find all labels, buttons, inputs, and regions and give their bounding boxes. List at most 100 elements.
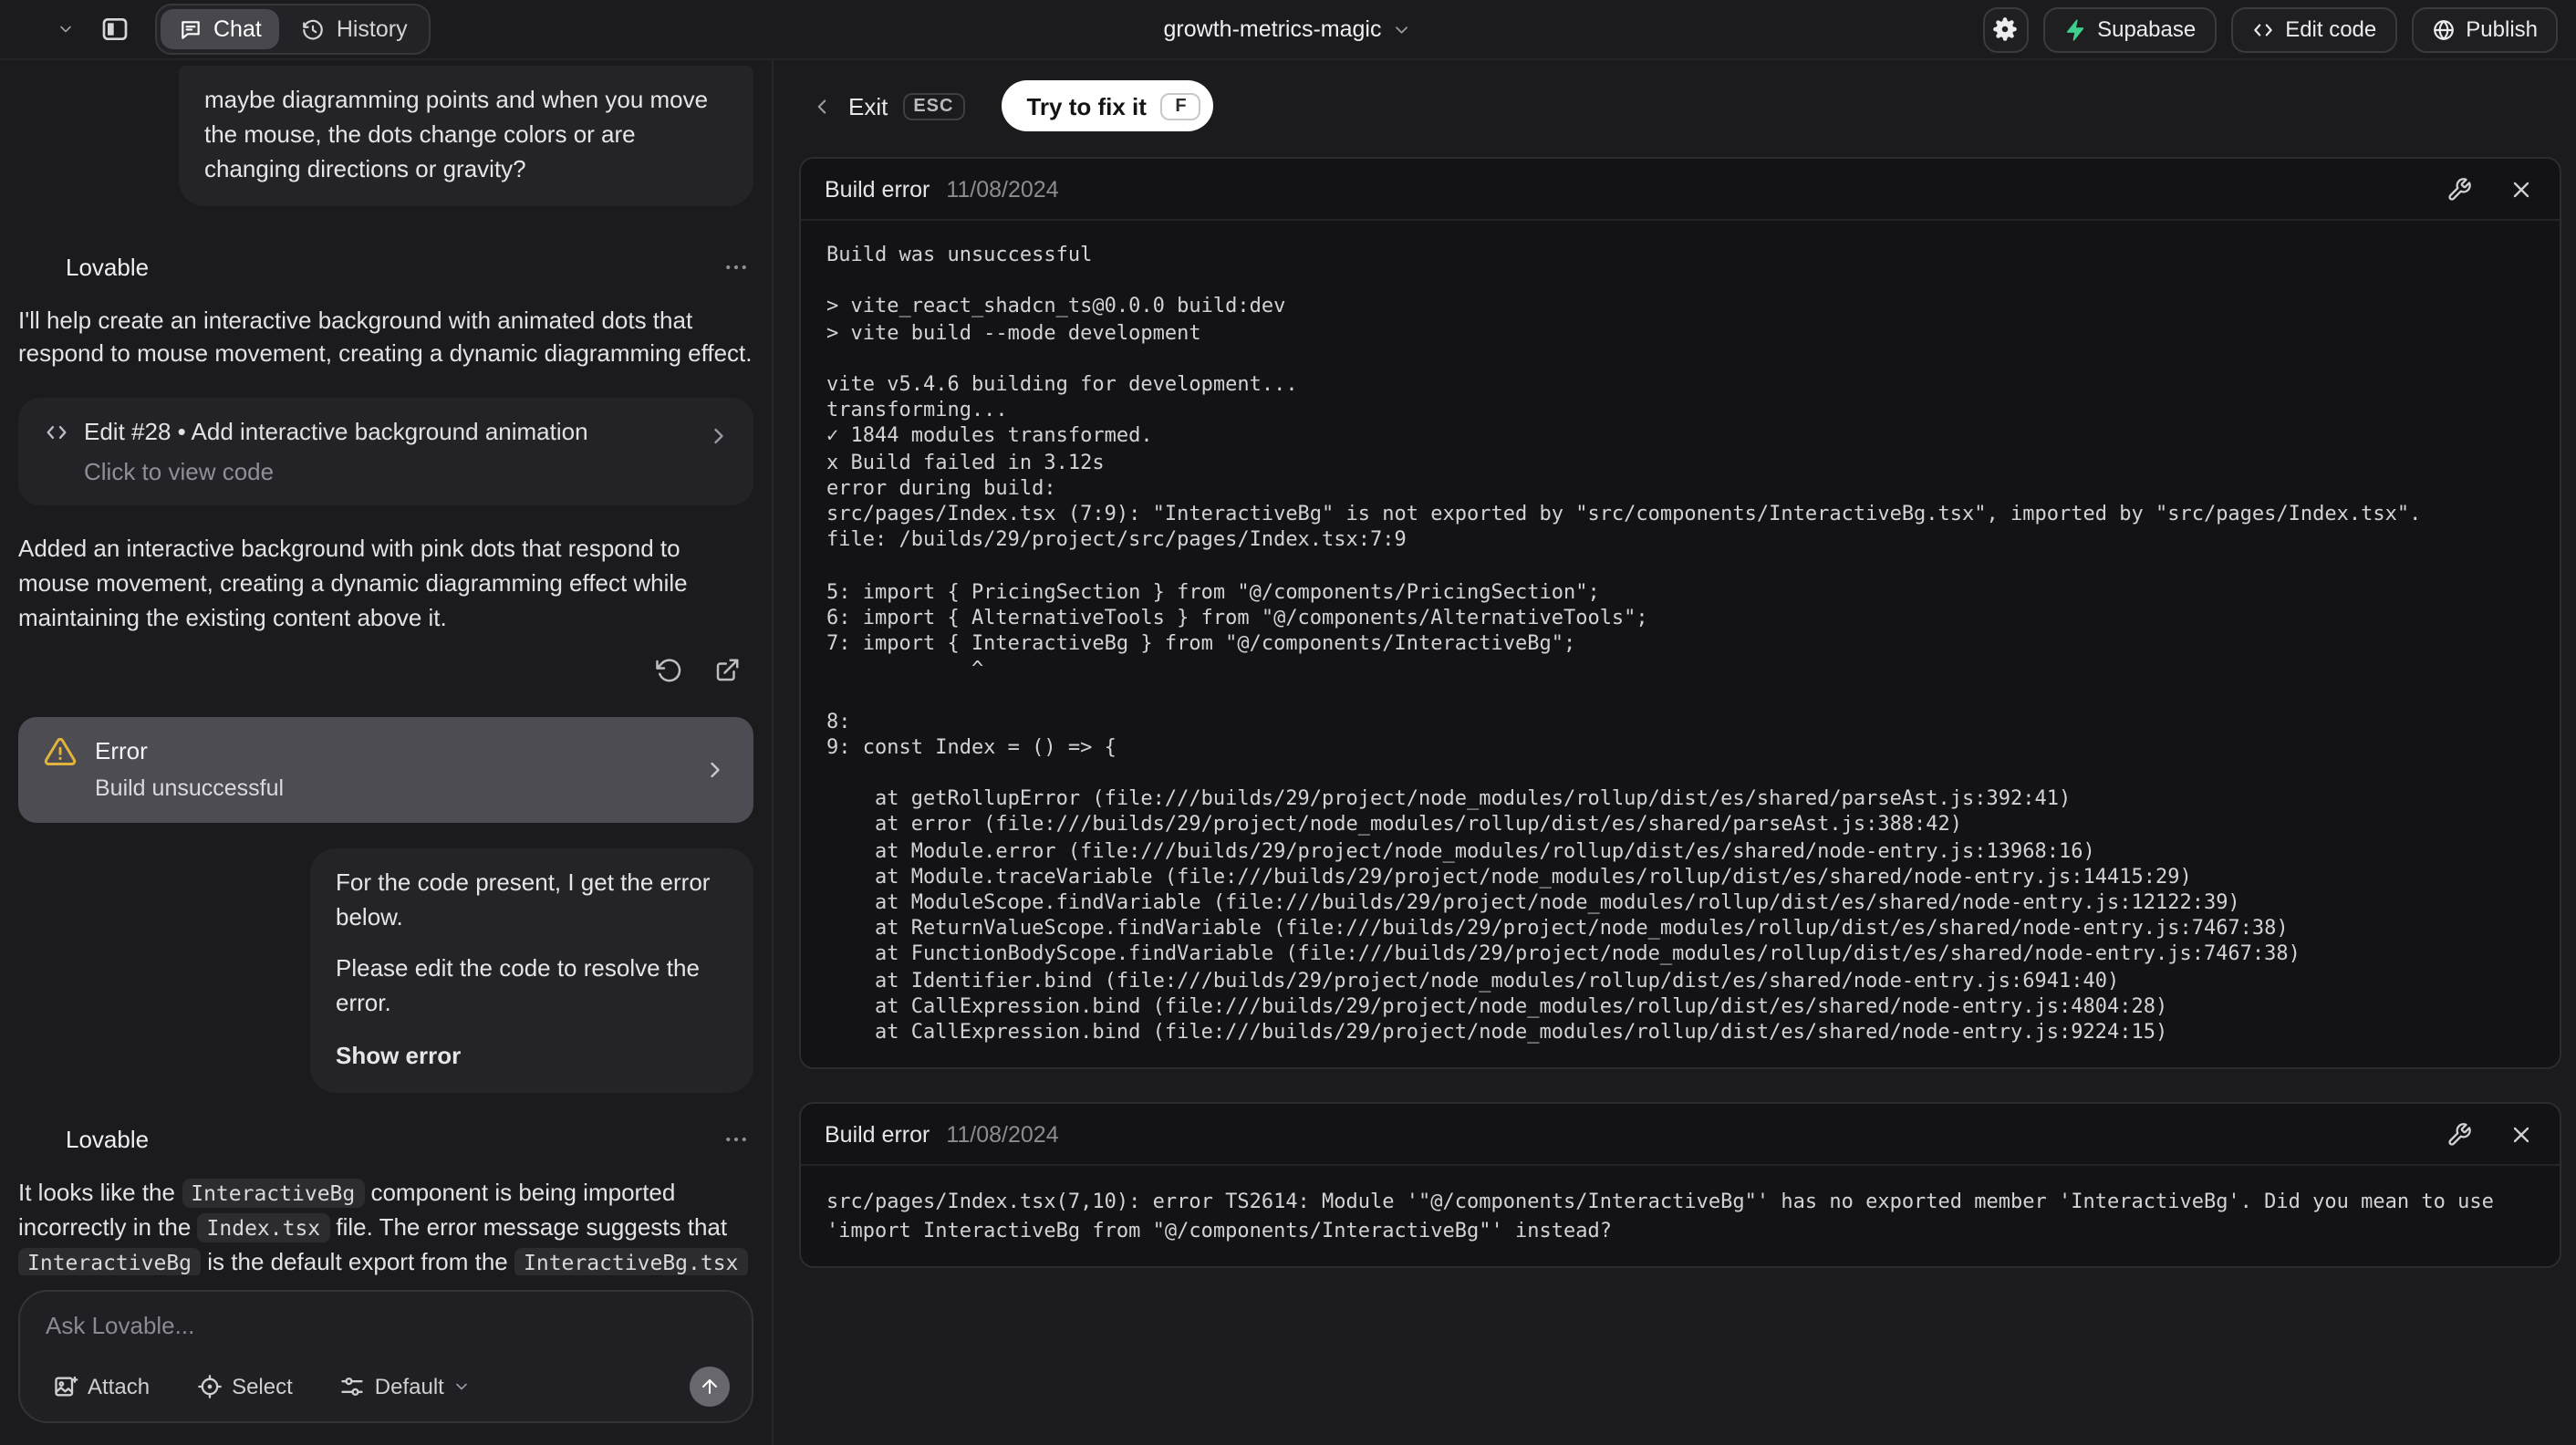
build-error-card[interactable]: Error Build unsuccessful <box>18 716 753 823</box>
chevron-down-icon <box>1392 19 1412 39</box>
send-button[interactable] <box>690 1367 730 1407</box>
chevron-right-icon <box>702 757 728 783</box>
chat-bubble-icon <box>179 17 203 41</box>
globe-icon <box>2431 17 2455 41</box>
lovable-heart-icon <box>18 13 51 46</box>
attach-label: Attach <box>88 1374 151 1399</box>
tab-history-label: History <box>336 16 408 42</box>
chevron-down-icon <box>453 1377 472 1396</box>
chevron-right-icon <box>706 423 732 449</box>
select-element-button[interactable]: Select <box>186 1372 304 1401</box>
close-panel-button[interactable] <box>2507 1120 2536 1149</box>
debug-tools-button[interactable] <box>2445 174 2474 203</box>
chat-input[interactable] <box>42 1310 737 1341</box>
close-icon <box>2508 176 2534 202</box>
chat-composer: Attach Select Default <box>18 1290 753 1423</box>
external-link-icon <box>712 658 740 685</box>
chat-message-list[interactable]: maybe diagramming points and when you mo… <box>0 60 772 1275</box>
warning-triangle-icon <box>44 735 77 768</box>
arrow-up-icon <box>699 1376 721 1398</box>
code-brackets-icon <box>44 419 69 444</box>
panel-date: 11/08/2024 <box>946 1121 1059 1148</box>
project-switcher[interactable]: growth-metrics-magic <box>1164 0 1413 58</box>
user-message: For the code present, I get the error be… <box>310 847 753 1093</box>
lovable-summary-text: Added an interactive background with pin… <box>18 535 688 631</box>
lovable-message-header: Lovable <box>18 249 753 286</box>
rotate-ccw-icon <box>654 658 681 685</box>
lovable-logo-menu[interactable] <box>18 13 75 46</box>
app-window: Chat History growth-metrics-magic Supaba… <box>0 0 2576 1445</box>
publish-label: Publish <box>2466 16 2538 42</box>
build-error-panel-2: Build error 11/08/2024 src/pages/Index.t… <box>799 1102 2561 1269</box>
supabase-label: Supabase <box>2097 16 2197 42</box>
user-message-line: Please edit the code to resolve the erro… <box>336 954 700 1017</box>
history-icon <box>302 17 326 41</box>
image-attach-icon <box>53 1374 78 1399</box>
edit-card-title: Edit #28 • Add interactive background an… <box>84 418 588 446</box>
publish-button[interactable]: Publish <box>2411 6 2558 52</box>
gear-icon <box>1992 16 2018 42</box>
tab-chat[interactable]: Chat <box>161 9 280 49</box>
wrench-icon <box>2446 176 2472 202</box>
panel-left-icon <box>100 15 130 44</box>
user-message-text: maybe diagramming points and when you mo… <box>204 86 709 182</box>
select-label: Select <box>232 1374 293 1399</box>
ellipsis-icon <box>722 254 749 281</box>
lovable-name: Lovable <box>66 1126 150 1154</box>
settings-button[interactable] <box>1982 6 2029 52</box>
panel-date: 11/08/2024 <box>946 176 1059 202</box>
ellipsis-icon <box>722 1127 749 1154</box>
try-to-fix-button[interactable]: Try to fix it F <box>1001 80 1214 131</box>
build-error-panel-1: Build error 11/08/2024 Build was unsucce… <box>799 157 2561 1070</box>
lovable-message-header: Lovable <box>18 1122 753 1159</box>
top-bar: Chat History growth-metrics-magic Supaba… <box>0 0 2576 60</box>
user-message: maybe diagramming points and when you mo… <box>179 66 753 206</box>
tab-history[interactable]: History <box>284 9 426 49</box>
esc-key-badge: ESC <box>902 92 965 120</box>
debug-tools-button[interactable] <box>2445 1120 2474 1149</box>
show-error-link[interactable]: Show error <box>336 1040 728 1075</box>
lovable-name: Lovable <box>66 254 150 282</box>
chevron-down-icon <box>57 20 75 38</box>
chat-sidebar: maybe diagramming points and when you mo… <box>0 60 774 1445</box>
user-message-line: For the code present, I get the error be… <box>336 868 711 930</box>
tab-chat-label: Chat <box>213 16 262 42</box>
mode-label: Default <box>374 1374 444 1399</box>
message-menu-button[interactable] <box>717 1122 753 1159</box>
exit-label: Exit <box>848 92 888 120</box>
restore-version-button[interactable] <box>651 655 684 688</box>
code-brackets-icon <box>2250 17 2274 41</box>
edit-card-subtitle: Click to view code <box>84 458 275 486</box>
mode-dropdown[interactable]: Default <box>329 1372 483 1401</box>
attach-button[interactable]: Attach <box>42 1372 161 1401</box>
lovable-diagnosis-text: It looks like the InteractiveBg componen… <box>18 1177 753 1275</box>
edit-card-28[interactable]: Edit #28 • Add interactive background an… <box>18 398 753 506</box>
supabase-bolt-icon <box>2062 17 2086 41</box>
sliders-icon <box>340 1374 366 1399</box>
project-name: growth-metrics-magic <box>1163 16 1382 42</box>
chat-history-tab-group: Chat History <box>155 4 431 55</box>
chevron-left-icon <box>810 94 834 118</box>
close-panel-button[interactable] <box>2507 174 2536 203</box>
lovable-intro-text: I'll help create an interactive backgrou… <box>18 306 753 368</box>
crosshair-icon <box>197 1374 223 1399</box>
panel-title: Build error <box>825 1121 930 1148</box>
fix-header: Exit ESC Try to fix it F <box>799 78 2561 133</box>
collapse-sidebar-button[interactable] <box>93 7 137 51</box>
lovable-heart-icon <box>18 251 51 284</box>
error-workspace: Exit ESC Try to fix it F Build error 11/… <box>774 60 2576 1445</box>
lovable-heart-icon <box>18 1124 51 1157</box>
open-preview-button[interactable] <box>710 655 743 688</box>
close-icon <box>2508 1122 2534 1148</box>
f-key-badge: F <box>1160 92 1201 120</box>
edit-code-button[interactable]: Edit code <box>2230 6 2397 52</box>
message-actions <box>18 655 753 688</box>
build-log: src/pages/Index.tsx(7,10): error TS2614:… <box>826 1190 2507 1242</box>
try-to-fix-label: Try to fix it <box>1026 92 1147 120</box>
exit-button[interactable]: Exit ESC <box>799 90 975 121</box>
error-card-subtitle: Build unsuccessful <box>95 774 285 801</box>
panel-title: Build error <box>825 176 930 202</box>
message-menu-button[interactable] <box>717 249 753 286</box>
build-log: Build was unsuccessful > vite_react_shad… <box>826 243 2422 1045</box>
supabase-button[interactable]: Supabase <box>2042 6 2217 52</box>
